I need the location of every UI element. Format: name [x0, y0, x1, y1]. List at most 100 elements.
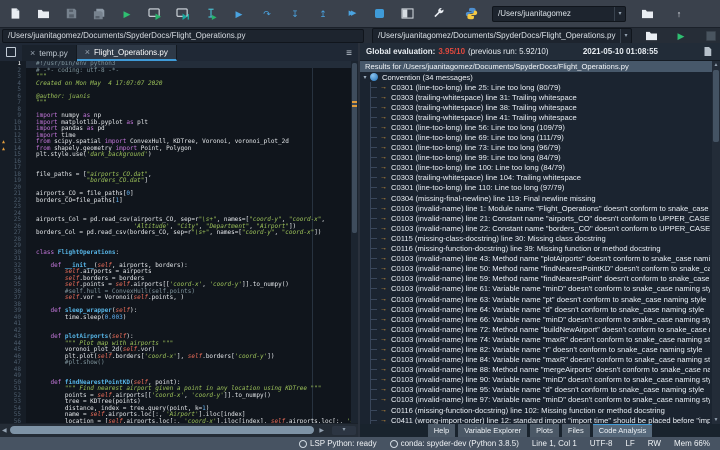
- options-menu-icon[interactable]: ≡: [346, 48, 358, 61]
- warning-flag[interactable]: [352, 101, 357, 103]
- warning-flag[interactable]: [352, 105, 357, 107]
- analysis-item[interactable]: → C0301 (line-too-long) line 69: Line too…: [360, 132, 720, 143]
- step-over-icon[interactable]: ↷: [260, 7, 274, 21]
- tree-tick: [371, 237, 377, 239]
- stop-analysis-icon[interactable]: [704, 29, 718, 43]
- analysis-item[interactable]: → C0103 (invalid-name) line 22: Constant …: [360, 223, 720, 234]
- working-directory-combo[interactable]: /Users/juanitagomez ▾: [492, 5, 626, 22]
- analysis-item[interactable]: → C0303 (trailing-whitespace) line 41: Tr…: [360, 112, 720, 123]
- editor-vertical-scrollbar[interactable]: [351, 61, 358, 423]
- analysis-item[interactable]: → C0304 (missing-final-newline) line 119:…: [360, 193, 720, 204]
- step-out-icon[interactable]: ↥: [316, 7, 330, 21]
- convention-group-row[interactable]: ▾ Convention (34 messages): [360, 72, 720, 82]
- analysis-item[interactable]: → C0103 (invalid-name) line 1: Module nam…: [360, 203, 720, 214]
- analysis-item[interactable]: → C0103 (invalid-name) line 43: Method na…: [360, 253, 720, 264]
- run-icon[interactable]: ▶: [120, 7, 134, 21]
- analysis-item[interactable]: → C0301 (line-too-long) line 25: Line too…: [360, 82, 720, 93]
- analysis-item[interactable]: → C0103 (invalid-name) line 84: Variable …: [360, 354, 720, 365]
- run-cell-advance-icon[interactable]: [176, 7, 190, 21]
- parent-dir-icon[interactable]: ↑: [672, 7, 686, 21]
- close-tab-icon[interactable]: ×: [85, 47, 90, 57]
- save-icon[interactable]: [64, 7, 78, 21]
- analysis-item[interactable]: → C0103 (invalid-name) line 74: Variable …: [360, 334, 720, 345]
- analysis-item[interactable]: → C0103 (invalid-name) line 95: Variable …: [360, 384, 720, 395]
- pane-tab-help[interactable]: Help: [427, 423, 456, 437]
- pane-tab-variable-explorer[interactable]: Variable Explorer: [458, 423, 528, 437]
- pane-tab-code-analysis[interactable]: Code Analysis: [592, 423, 653, 437]
- analysis-item[interactable]: → C0103 (invalid-name) line 66: Variable …: [360, 314, 720, 325]
- analysis-item[interactable]: → C0411 (wrong-import-order) line 12: sta…: [360, 415, 720, 424]
- analysis-item[interactable]: → C0301 (line-too-long) line 73: Line too…: [360, 142, 720, 153]
- scroll-right-icon[interactable]: ▶: [319, 427, 324, 434]
- analysis-item[interactable]: → C0301 (line-too-long) line 99: Line too…: [360, 152, 720, 163]
- step-into-icon[interactable]: ↧: [288, 7, 302, 21]
- analysis-item[interactable]: → C0303 (trailing-whitespace) line 104: T…: [360, 172, 720, 183]
- analysis-item[interactable]: → C0103 (invalid-name) line 63: Variable …: [360, 293, 720, 305]
- analysis-item[interactable]: → C0115 (missing-class-docstring) line 30…: [360, 233, 720, 244]
- scroll-up-icon[interactable]: ▲: [712, 62, 720, 68]
- analysis-toolbar-icons: ▶: [644, 29, 718, 43]
- analysis-file-path: /Users/juanitagomez/Documents/SpyderDocs…: [378, 31, 616, 40]
- scroll-left-icon[interactable]: ◀: [2, 427, 7, 434]
- scroll-corner[interactable]: ▾: [332, 426, 356, 435]
- new-file-icon[interactable]: [8, 7, 22, 21]
- analysis-item[interactable]: → C0103 (invalid-name) line 61: Variable …: [360, 283, 720, 294]
- editor-file-path[interactable]: /Users/juanitagomez/Documents/SpyderDocs…: [2, 28, 364, 43]
- analysis-item[interactable]: → C0301 (line-too-long) line 100: Line to…: [360, 162, 720, 173]
- analysis-item[interactable]: → C0103 (invalid-name) line 88: Method na…: [360, 364, 720, 375]
- analysis-item[interactable]: → C0103 (invalid-name) line 59: Method na…: [360, 273, 720, 284]
- run-selection-icon[interactable]: [204, 7, 218, 21]
- editor-horizontal-scrollbar[interactable]: ◀ ▶ ▾: [0, 423, 358, 437]
- scroll-down-icon[interactable]: ▼: [712, 417, 720, 423]
- chevron-down-icon[interactable]: ▾: [614, 6, 625, 21]
- browse-tabs-icon[interactable]: [4, 45, 18, 59]
- scrollbar-thumb[interactable]: [10, 426, 314, 434]
- save-all-icon[interactable]: [92, 7, 106, 21]
- select-file-icon[interactable]: [644, 29, 658, 43]
- close-tab-icon[interactable]: ×: [30, 48, 35, 58]
- results-vertical-scrollbar[interactable]: ▲ ▼: [712, 61, 720, 424]
- lsp-status[interactable]: LSP Python: ready: [299, 439, 377, 448]
- preferences-icon[interactable]: [432, 7, 446, 21]
- analysis-item-text: C0303 (trailing-whitespace) line 104: Tr…: [391, 173, 581, 183]
- debug-icon[interactable]: ▶: [232, 7, 246, 21]
- pane-tab-files[interactable]: Files: [561, 423, 590, 437]
- analysis-item[interactable]: → C0103 (invalid-name) line 90: Variable …: [360, 374, 720, 385]
- collapse-chevron-icon[interactable]: ▾: [360, 74, 370, 81]
- results-header-row[interactable]: Results for /Users/juanitagomez/Document…: [360, 61, 720, 72]
- python-icon[interactable]: [464, 7, 478, 21]
- analysis-item-text: C0301 (line-too-long) line 110: Line too…: [391, 183, 565, 193]
- chevron-down-icon[interactable]: ▾: [620, 28, 631, 43]
- scrollbar-thumb[interactable]: [352, 63, 357, 233]
- code-text: #plt.show(): [64, 359, 105, 366]
- editor-tab-temp.py[interactable]: × temp.py: [22, 45, 77, 61]
- tree-tick: [371, 137, 377, 139]
- analysis-item[interactable]: → C0103 (invalid-name) line 97: Variable …: [360, 394, 720, 405]
- analysis-item[interactable]: → C0116 (missing-function-docstring) line…: [360, 405, 720, 416]
- analysis-item[interactable]: → C0103 (invalid-name) line 72: Method na…: [360, 324, 720, 335]
- analysis-item[interactable]: → C0303 (trailing-whitespace) line 31: Tr…: [360, 92, 720, 103]
- analysis-item[interactable]: → C0301 (line-too-long) line 56: Line too…: [360, 122, 720, 133]
- code-editor[interactable]: 1 #!/usr/bin/env python3 2 # -*- coding: ut…: [0, 61, 358, 423]
- analysis-item[interactable]: → C0301 (line-too-long) line 110: Line to…: [360, 182, 720, 194]
- analysis-item[interactable]: → C0116 (missing-function-docstring) line…: [360, 243, 720, 254]
- stop-debug-icon[interactable]: [372, 7, 386, 21]
- pane-tab-plots[interactable]: Plots: [530, 423, 559, 437]
- main-split: × temp.py × Flight_Operations.py ≡ 1 #!/usr/…: [0, 43, 720, 437]
- analysis-file-combo[interactable]: /Users/juanitagomez/Documents/SpyderDocs…: [372, 27, 632, 44]
- analyze-icon[interactable]: ▶: [674, 29, 688, 43]
- analysis-item[interactable]: → C0103 (invalid-name) line 82: Variable …: [360, 344, 720, 355]
- output-file-icon[interactable]: [700, 45, 714, 59]
- scrollbar-thumb[interactable]: [713, 70, 719, 142]
- open-workdir-icon[interactable]: [640, 7, 654, 21]
- analysis-item[interactable]: → C0303 (trailing-whitespace) line 38: Tr…: [360, 102, 720, 113]
- run-cell-icon[interactable]: [148, 7, 162, 21]
- analysis-item[interactable]: → C0103 (invalid-name) line 50: Method na…: [360, 263, 720, 274]
- analysis-item[interactable]: → C0103 (invalid-name) line 64: Variable …: [360, 304, 720, 315]
- interpreter-status[interactable]: conda: spyder-dev (Python 3.8.5): [389, 439, 519, 448]
- open-file-icon[interactable]: [36, 7, 50, 21]
- continue-icon[interactable]: ▶▶: [344, 7, 358, 21]
- editor-tab-Flight_Operations.py[interactable]: × Flight_Operations.py: [76, 45, 177, 61]
- maximize-pane-icon[interactable]: [400, 7, 414, 21]
- analysis-item[interactable]: → C0103 (invalid-name) line 21: Constant …: [360, 213, 720, 224]
